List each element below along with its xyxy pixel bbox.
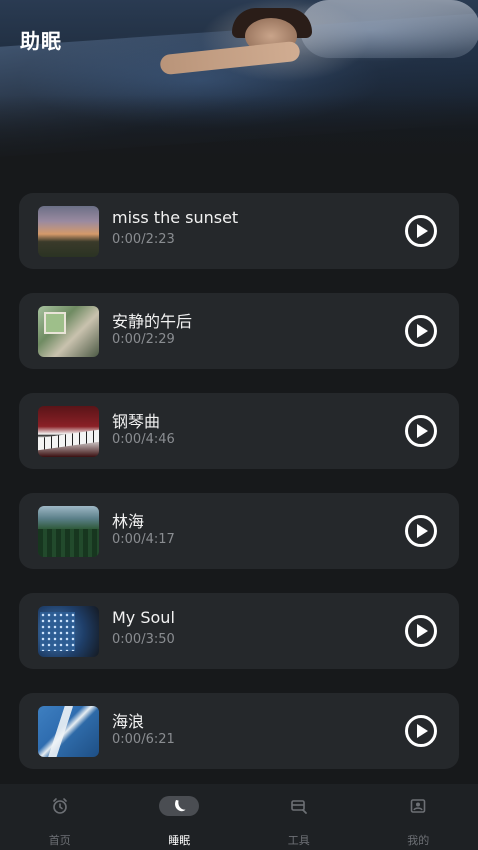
- track-title: 林海: [112, 512, 145, 531]
- track-title: 海浪: [112, 712, 145, 731]
- pillow: [300, 0, 478, 58]
- tab-label: 首页: [48, 834, 71, 847]
- track-card[interactable]: My Soul 0:00/3:50: [19, 593, 459, 669]
- profile-icon: [398, 796, 438, 816]
- bottom-tab-bar: 首页 睡眠 工具 我的: [0, 784, 478, 850]
- forest-thumbnail: [38, 506, 99, 557]
- afternoon-room-thumbnail: [38, 306, 99, 357]
- tab-label: 工具: [287, 834, 310, 847]
- track-time: 0:00/3:50: [112, 632, 175, 647]
- track-card[interactable]: 林海 0:00/4:17: [19, 493, 459, 569]
- night-sky-thumbnail: [38, 606, 99, 657]
- play-icon: [417, 224, 428, 238]
- play-button[interactable]: [405, 315, 437, 347]
- tab-home[interactable]: 首页: [0, 784, 120, 850]
- track-card[interactable]: 钢琴曲 0:00/4:46: [19, 393, 459, 469]
- tools-svg: [290, 800, 307, 814]
- track-title: 钢琴曲: [112, 412, 161, 431]
- track-card[interactable]: 海浪 0:00/6:21: [19, 693, 459, 769]
- play-button[interactable]: [405, 715, 437, 747]
- tools-icon: [279, 796, 319, 816]
- play-icon: [417, 724, 428, 738]
- tab-label: 睡眠: [168, 834, 191, 847]
- play-icon: [417, 324, 428, 338]
- tab-sleep[interactable]: 睡眠: [120, 784, 240, 850]
- sunset-thumbnail: [38, 206, 99, 257]
- track-time: 0:00/2:29: [112, 332, 175, 347]
- tree-line: [38, 529, 99, 557]
- play-icon: [417, 624, 428, 638]
- tab-tools[interactable]: 工具: [239, 784, 359, 850]
- hero-fade: [0, 95, 478, 165]
- starfield: [40, 612, 75, 651]
- track-time: 0:00/4:17: [112, 532, 175, 547]
- play-button[interactable]: [405, 515, 437, 547]
- sleep-moon-svg: [175, 800, 186, 812]
- track-time: 0:00/4:46: [112, 432, 175, 447]
- track-card[interactable]: 安静的午后 0:00/2:29: [19, 293, 459, 369]
- play-button[interactable]: [405, 615, 437, 647]
- play-button[interactable]: [405, 215, 437, 247]
- tab-profile[interactable]: 我的: [359, 784, 478, 850]
- window-shape: [44, 312, 66, 334]
- alarm-clock-svg: [52, 798, 67, 814]
- tab-label: 我的: [407, 834, 430, 847]
- page-title: 助眠: [20, 29, 62, 53]
- track-time: 0:00/6:21: [112, 732, 175, 747]
- play-icon: [417, 524, 428, 538]
- piano-thumbnail: [38, 406, 99, 457]
- wave-foam: [46, 706, 74, 757]
- track-list: miss the sunset 0:00/2:23 安静的午后 0:00/2:2…: [19, 193, 459, 769]
- play-icon: [417, 424, 428, 438]
- profile-svg: [410, 799, 426, 813]
- alarm-clock-icon: [40, 796, 80, 816]
- ocean-waves-thumbnail: [38, 706, 99, 757]
- track-title: 安静的午后: [112, 312, 193, 331]
- track-card[interactable]: miss the sunset 0:00/2:23: [19, 193, 459, 269]
- track-time: 0:00/2:23: [112, 232, 175, 247]
- play-button[interactable]: [405, 415, 437, 447]
- hero-banner-image: [0, 0, 478, 165]
- track-title: miss the sunset: [112, 208, 239, 227]
- sleep-moon-icon: [159, 796, 200, 816]
- piano-keys: [38, 429, 99, 451]
- track-title: My Soul: [112, 608, 175, 627]
